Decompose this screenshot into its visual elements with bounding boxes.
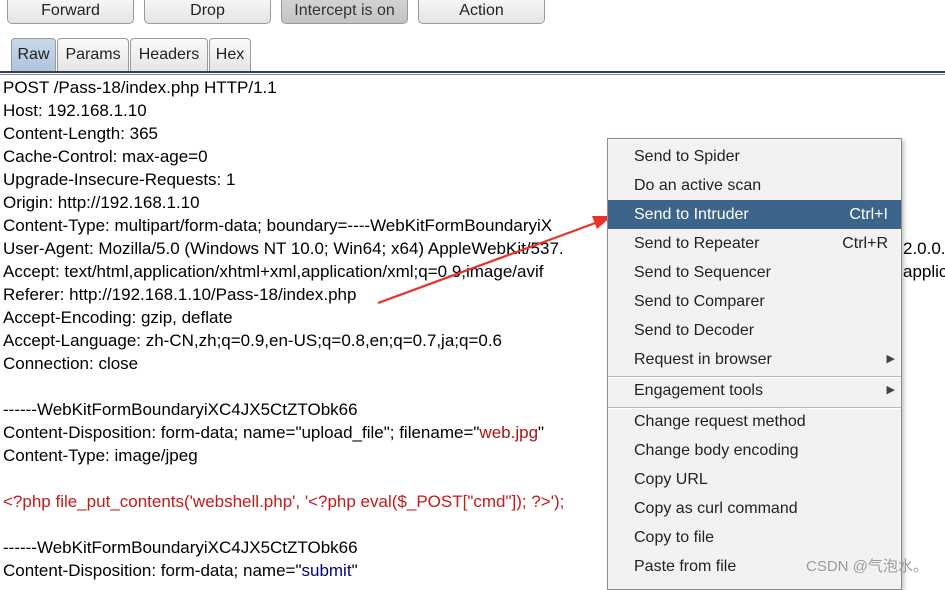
menu-item-request-in-browser[interactable]: Request in browser ▶ <box>608 345 901 374</box>
menu-item-send-to-comparer[interactable]: Send to Comparer <box>608 287 901 316</box>
menu-item-send-to-decoder[interactable]: Send to Decoder <box>608 316 901 345</box>
menu-item-send-to-intruder[interactable]: Send to Intruder Ctrl+I <box>608 200 901 229</box>
shortcut-repeater: Ctrl+R <box>842 235 888 252</box>
submenu-arrow-icon: ▶ <box>886 384 895 396</box>
menu-item-change-body-encoding[interactable]: Change body encoding <box>608 436 901 465</box>
menu-item-copy-to-file[interactable]: Copy to file <box>608 523 901 552</box>
menu-item-active-scan[interactable]: Do an active scan <box>608 171 901 200</box>
shortcut-intruder: Ctrl+I <box>849 206 888 223</box>
menu-item-send-to-repeater[interactable]: Send to Repeater Ctrl+R <box>608 229 901 258</box>
watermark-text: CSDN @气泡水。 <box>806 558 928 575</box>
menu-item-engagement-tools[interactable]: Engagement tools ▶ <box>608 376 901 405</box>
menu-item-change-request-method[interactable]: Change request method <box>608 407 901 436</box>
menu-item-send-to-sequencer[interactable]: Send to Sequencer <box>608 258 901 287</box>
context-menu: Send to Spider Do an active scan Send to… <box>607 138 902 590</box>
menu-item-copy-url[interactable]: Copy URL <box>608 465 901 494</box>
submenu-arrow-icon: ▶ <box>886 353 895 365</box>
menu-item-send-to-spider[interactable]: Send to Spider <box>608 142 901 171</box>
menu-item-copy-as-curl[interactable]: Copy as curl command <box>608 494 901 523</box>
